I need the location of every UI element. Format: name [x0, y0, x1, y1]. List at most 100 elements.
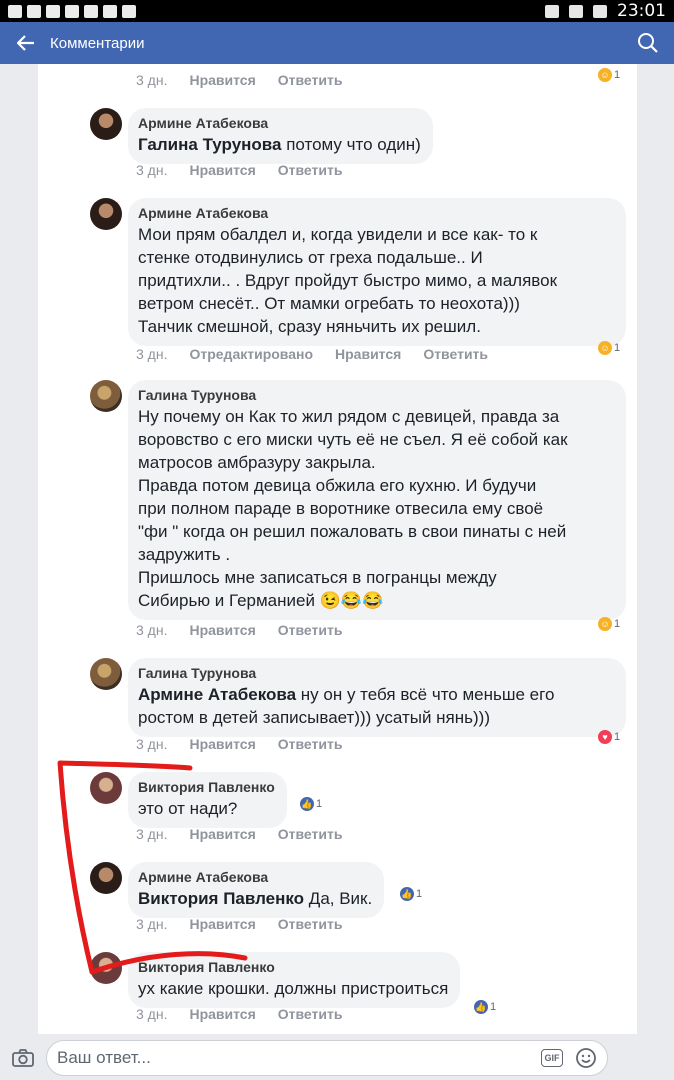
comments-list: 3 дн. Нравится Ответить ☺ 1 Армине Атабе… [38, 64, 637, 1034]
app-bar: Комментарии [0, 22, 674, 64]
like-link[interactable]: Нравится [189, 1006, 255, 1022]
reaction-count: 1 [614, 618, 621, 630]
reply-link[interactable]: Ответить [423, 346, 488, 362]
comment-bubble: Галина Турунова Армине Атабекова ну он у… [128, 658, 626, 737]
wifi-notification-icon [122, 4, 136, 18]
comment-author[interactable]: Галина Турунова [138, 387, 614, 403]
gallery-notification-icon [46, 4, 60, 18]
comment-text: Виктория Павленко Да, Вик. [138, 889, 373, 908]
emoji-icon[interactable] [575, 1047, 597, 1069]
comment-text: Мои прям обалдел и, когда увидели и все … [138, 225, 558, 336]
haha-reaction-icon: ☺ [598, 617, 612, 631]
like-link[interactable]: Нравится [335, 346, 401, 362]
comment-meta: 3 дн. Нравится Ответить [136, 72, 342, 88]
avatar[interactable] [90, 198, 122, 230]
like-reaction-icon: 👍 [474, 1000, 488, 1014]
comment-bubble: Галина Турунова Ну почему он Как то жил … [128, 380, 626, 620]
reply-link[interactable]: Ответить [278, 162, 343, 178]
reaction-summary[interactable]: ☺ 1 [598, 341, 620, 355]
comment-meta: 3 дн. Нравится Ответить [136, 736, 342, 752]
comment-meta: 3 дн. Нравится Ответить [136, 826, 342, 842]
comment-bubble: Армине Атабекова Галина Турунова потому … [128, 108, 433, 164]
battery-icon [593, 4, 607, 18]
reaction-count: 1 [316, 798, 323, 810]
avatar[interactable] [90, 772, 122, 804]
comment-age: 3 дн. [136, 826, 168, 842]
reply-link[interactable]: Ответить [278, 622, 343, 638]
comment-age: 3 дн. [136, 622, 168, 638]
comment-text: ух какие крошки. должны пристроиться [138, 979, 449, 998]
comment-bubble: Армине Атабекова Виктория Павленко Да, В… [128, 862, 385, 918]
comment-age: 3 дн. [136, 72, 168, 88]
reaction-summary[interactable]: 👍 1 [400, 887, 422, 901]
like-link[interactable]: Нравится [189, 622, 255, 638]
avatar[interactable] [90, 862, 122, 894]
messenger-notification-icon [27, 4, 41, 18]
haha-reaction-icon: ☺ [598, 68, 612, 82]
reaction-summary[interactable]: 👍 1 [300, 797, 322, 811]
odnoklassniki-notification-icon [103, 4, 117, 18]
like-reaction-icon: 👍 [300, 797, 314, 811]
system-icons: 23:01 [545, 1, 666, 21]
comment-bubble: Виктория Павленко ух какие крошки. должн… [128, 952, 461, 1008]
comment-author[interactable]: Армине Атабекова [138, 869, 372, 885]
comment-meta: 3 дн. Нравится Ответить [136, 162, 342, 178]
gif-icon[interactable]: GIF [541, 1049, 563, 1067]
reaction-summary[interactable]: ☺ 1 [598, 68, 620, 82]
comment-age: 3 дн. [136, 346, 168, 362]
mention-link[interactable]: Армине Атабекова [138, 685, 296, 704]
comment-meta: 3 дн. Нравится Ответить [136, 916, 342, 932]
mute-icon [545, 4, 559, 18]
comment-bubble: Виктория Павленко это от нади? [128, 772, 287, 828]
reply-link[interactable]: Ответить [278, 916, 343, 932]
reaction-count: 1 [614, 69, 621, 81]
comment-author[interactable]: Армине Атабекова [138, 205, 614, 221]
comment-text: это от нади? [138, 799, 238, 818]
mention-link[interactable]: Галина Турунова [138, 135, 281, 154]
comment-meta: 3 дн. Нравится Ответить [136, 622, 342, 638]
comment-author[interactable]: Армине Атабекова [138, 115, 421, 131]
like-link[interactable]: Нравится [189, 72, 255, 88]
reply-link[interactable]: Ответить [278, 736, 343, 752]
search-icon[interactable] [636, 31, 660, 55]
haha-reaction-icon: ☺ [598, 341, 612, 355]
reply-link[interactable]: Ответить [278, 72, 343, 88]
like-link[interactable]: Нравится [189, 916, 255, 932]
comment-bubble: Армине Атабекова Мои прям обалдел и, ког… [128, 198, 626, 346]
comment-text: Галина Турунова потому что один) [138, 135, 421, 154]
reaction-count: 1 [416, 888, 423, 900]
comment-author[interactable]: Виктория Павленко [138, 959, 448, 975]
wifi-icon [569, 4, 583, 18]
heart-notification-icon [65, 4, 79, 18]
reply-link[interactable]: Ответить [278, 1006, 343, 1022]
notification-icons [8, 4, 136, 18]
avatar[interactable] [90, 658, 122, 690]
avatar[interactable] [90, 952, 122, 984]
reaction-count: 1 [614, 731, 621, 743]
reply-link[interactable]: Ответить [278, 826, 343, 842]
comment-author[interactable]: Галина Турунова [138, 665, 614, 681]
like-link[interactable]: Нравится [189, 162, 255, 178]
like-link[interactable]: Нравится [189, 736, 255, 752]
comment-age: 3 дн. [136, 736, 168, 752]
like-link[interactable]: Нравится [189, 826, 255, 842]
reply-input[interactable] [57, 1048, 541, 1068]
reaction-summary[interactable]: ♥ 1 [598, 730, 620, 744]
love-reaction-icon: ♥ [598, 730, 612, 744]
edited-label[interactable]: Отредактировано [189, 346, 313, 362]
back-arrow-icon[interactable] [14, 31, 38, 55]
comment-text: Ну почему он Как то жил рядом с девицей,… [138, 407, 568, 610]
page-title: Комментарии [50, 34, 145, 52]
comment-age: 3 дн. [136, 916, 168, 932]
avatar[interactable] [90, 108, 122, 140]
comment-meta: 3 дн. Отредактировано Нравится Ответить [136, 346, 488, 362]
mention-link[interactable]: Виктория Павленко [138, 889, 304, 908]
reply-bar: GIF [0, 1036, 674, 1080]
reaction-summary[interactable]: 👍 1 [474, 1000, 496, 1014]
reaction-count: 1 [490, 1001, 497, 1013]
reaction-summary[interactable]: ☺ 1 [598, 617, 620, 631]
comment-text: Армине Атабекова ну он у тебя всё что ме… [138, 685, 555, 727]
comment-author[interactable]: Виктория Павленко [138, 779, 275, 795]
camera-icon[interactable] [10, 1045, 36, 1071]
avatar[interactable] [90, 380, 122, 412]
